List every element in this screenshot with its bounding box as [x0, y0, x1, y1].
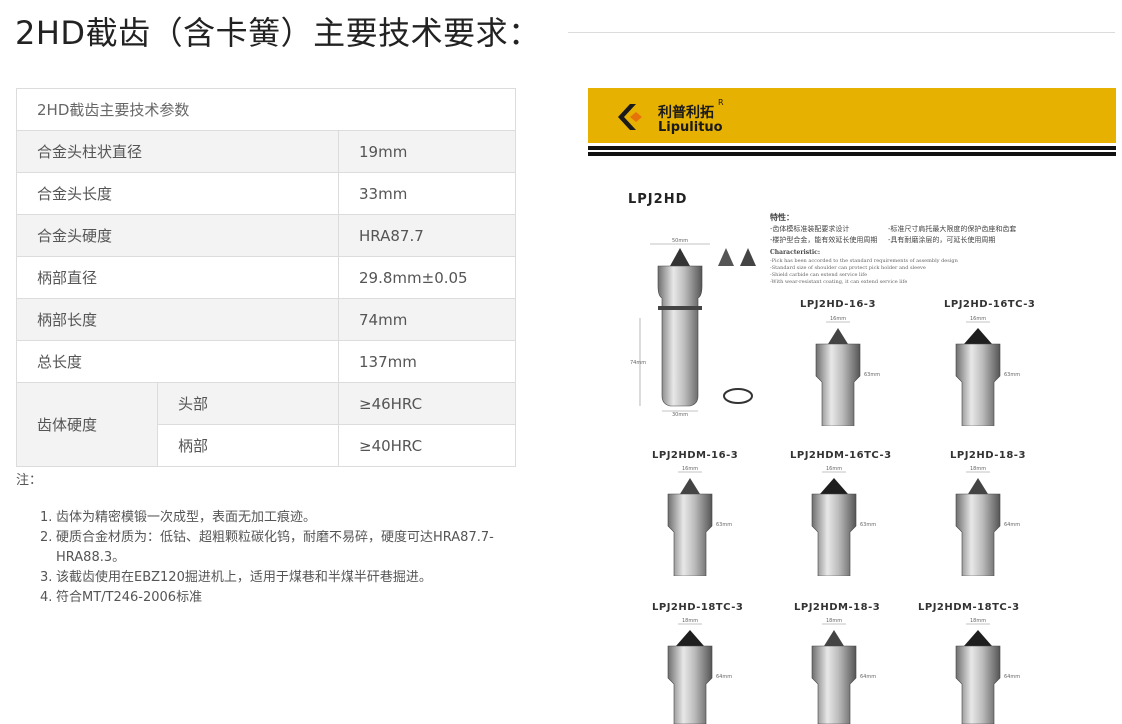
- row-value: 74mm: [338, 298, 516, 341]
- variant-pick-drawing: 16mm 63mm: [667, 466, 732, 576]
- hardness-sub-value: ≥40HRC: [338, 424, 516, 467]
- dim-label: 18mm: [970, 618, 986, 624]
- row-label: 总长度: [16, 340, 339, 383]
- page-title: 2HD截齿（含卡簧）主要技术要求：: [15, 14, 541, 52]
- table-row: 总长度 137mm: [16, 340, 516, 383]
- row-label: 合金头柱状直径: [16, 130, 339, 173]
- spec-table: 2HD截齿主要技术参数 合金头柱状直径 19mm 合金头长度 33mm 合金头硬…: [16, 88, 516, 467]
- row-label: 合金头长度: [16, 172, 339, 215]
- row-value: HRA87.7: [338, 214, 516, 257]
- row-value: 137mm: [338, 340, 516, 383]
- model-title: LPJ2HD: [628, 192, 688, 207]
- dim-label: 64mm: [716, 674, 732, 680]
- row-value: 29.8mm±0.05: [338, 256, 516, 299]
- hardness-label: 齿体硬度: [16, 382, 158, 467]
- feature-en: -Shield carbide can extend service life: [770, 272, 868, 278]
- note-text: 该截齿使用在EBZ120掘进机上，适用于煤巷和半煤半矸巷掘进。: [56, 570, 432, 585]
- note-text: 符合MT/T246-2006标准: [56, 590, 203, 605]
- banner-stripe: [588, 146, 1116, 150]
- note-item: 4. 符合MT/T246-2006标准: [40, 588, 510, 608]
- notes-label: 注：: [16, 473, 43, 488]
- variant-label: LPJ2HDM-18-3: [794, 602, 881, 613]
- dim-label: 18mm: [826, 618, 842, 624]
- dim-label: 63mm: [1004, 372, 1020, 378]
- note-item: 2. 硬质合金材质为：低钴、超粗颗粒碳化钨，耐磨不易碎，硬度可达HRA87.7-H…: [40, 528, 510, 568]
- brand-name-en: Lipulituo: [658, 120, 723, 135]
- note-number: 1.: [40, 510, 53, 525]
- feature-cn: -具有耐磨涂层的，可延长使用周期: [888, 236, 996, 244]
- table-row: 合金头长度 33mm: [16, 172, 516, 215]
- dim-label: 63mm: [864, 372, 880, 378]
- variant-label: LPJ2HD-16TC-3: [944, 299, 1036, 310]
- row-value: 19mm: [338, 130, 516, 173]
- feature-cn: -齿体模标准装配要求设计: [770, 225, 850, 233]
- dim-label: 74mm: [630, 360, 646, 366]
- hardness-sub-value: ≥46HRC: [338, 382, 516, 425]
- variant-pick-drawing: 16mm 63mm: [815, 316, 880, 426]
- dim-label: 18mm: [970, 466, 986, 472]
- title-divider: [568, 32, 1115, 33]
- table-header-row: 2HD截齿主要技术参数: [16, 88, 516, 131]
- table-row: 柄部长度 74mm: [16, 298, 516, 341]
- dim-label: 64mm: [1004, 522, 1020, 528]
- hardness-sub-label: 柄部: [157, 424, 339, 467]
- note-number: 3.: [40, 570, 53, 585]
- table-row: 齿体硬度 头部 ≥46HRC: [16, 382, 516, 467]
- dim-label: 16mm: [830, 316, 846, 322]
- table-row: 合金头柱状直径 19mm: [16, 130, 516, 173]
- features-cn-heading: 特性：: [770, 212, 794, 222]
- hardness-sub-label: 头部: [157, 382, 339, 425]
- variant-pick-drawing: 18mm 64mm: [955, 466, 1020, 576]
- table-row: 合金头硬度 HRA87.7: [16, 214, 516, 257]
- variant-label: LPJ2HD-18-3: [950, 450, 1026, 461]
- note-item: 3. 该截齿使用在EBZ120掘进机上，适用于煤巷和半煤半矸巷掘进。: [40, 568, 510, 588]
- dim-label: 63mm: [716, 522, 732, 528]
- registered-mark: R: [718, 98, 724, 107]
- row-value: 33mm: [338, 172, 516, 215]
- dim-label: 16mm: [970, 316, 986, 322]
- row-label: 合金头硬度: [16, 214, 339, 257]
- table-row: 柄部直径 29.8mm±0.05: [16, 256, 516, 299]
- note-item: 1. 齿体为精密模锻一次成型，表面无加工痕迹。: [40, 508, 510, 528]
- dim-label: 63mm: [860, 522, 876, 528]
- variant-label: LPJ2HD-16-3: [800, 299, 876, 310]
- row-label: 柄部直径: [16, 256, 339, 299]
- feature-en: -With wear-resistant coating, it can ext…: [770, 279, 908, 285]
- note-text: 齿体为精密模锻一次成型，表面无加工痕迹。: [56, 510, 317, 525]
- dim-label: 64mm: [1004, 674, 1020, 680]
- brand-name-cn: 利普利拓: [658, 105, 714, 121]
- main-pick-drawing: 50mm 74mm 30mm: [630, 238, 756, 416]
- variant-label: LPJ2HDM-16-3: [652, 450, 739, 461]
- variant-pick-drawing: 18mm 64mm: [811, 618, 876, 724]
- feature-en: -Standard size of shoulder can protect p…: [770, 265, 926, 271]
- feature-cn: -标准尺寸肩托最大限度的保护齿座和齿套: [888, 225, 1017, 233]
- brand-banner: 利普利拓 Lipulituo R: [588, 88, 1116, 143]
- note-number: 4.: [40, 590, 53, 605]
- feature-cn: -楼护型合金，能有效延长使用周期: [770, 236, 878, 244]
- row-label: 柄部长度: [16, 298, 339, 341]
- note-number: 2.: [40, 530, 53, 545]
- dim-label: 64mm: [860, 674, 876, 680]
- dim-label: 16mm: [826, 466, 842, 472]
- variant-label: LPJ2HDM-18TC-3: [918, 602, 1020, 613]
- features-en-heading: Characteristic:: [770, 249, 821, 256]
- dim-label: 50mm: [672, 238, 688, 244]
- variant-pick-drawing: 16mm 63mm: [955, 316, 1020, 426]
- brand-logo-icon: [618, 104, 642, 130]
- variant-label: LPJ2HDM-16TC-3: [790, 450, 892, 461]
- dim-label: 16mm: [682, 466, 698, 472]
- variant-pick-drawing: 18mm 64mm: [955, 618, 1020, 724]
- title-row: 2HD截齿（含卡簧）主要技术要求：: [15, 10, 1115, 58]
- note-text: 硬质合金材质为：低钴、超粗颗粒碳化钨，耐磨不易碎，硬度可达HRA87.7-HRA…: [56, 530, 494, 565]
- dim-label: 18mm: [682, 618, 698, 624]
- variant-pick-drawing: 18mm 64mm: [667, 618, 732, 724]
- product-catalog-image: 利普利拓 Lipulituo R LPJ2HD 特性： -齿体模标准装配要求设计…: [588, 88, 1116, 724]
- banner-stripe: [588, 152, 1116, 156]
- feature-en: -Pick has been accorded to the standard …: [770, 258, 958, 264]
- dim-label: 30mm: [672, 412, 688, 416]
- notes-list: 1. 齿体为精密模锻一次成型，表面无加工痕迹。 2. 硬质合金材质为：低钴、超粗颗粒…: [40, 508, 510, 608]
- variant-pick-drawing: 16mm 63mm: [811, 466, 876, 576]
- variant-label: LPJ2HD-18TC-3: [652, 602, 744, 613]
- table-header: 2HD截齿主要技术参数: [16, 88, 516, 131]
